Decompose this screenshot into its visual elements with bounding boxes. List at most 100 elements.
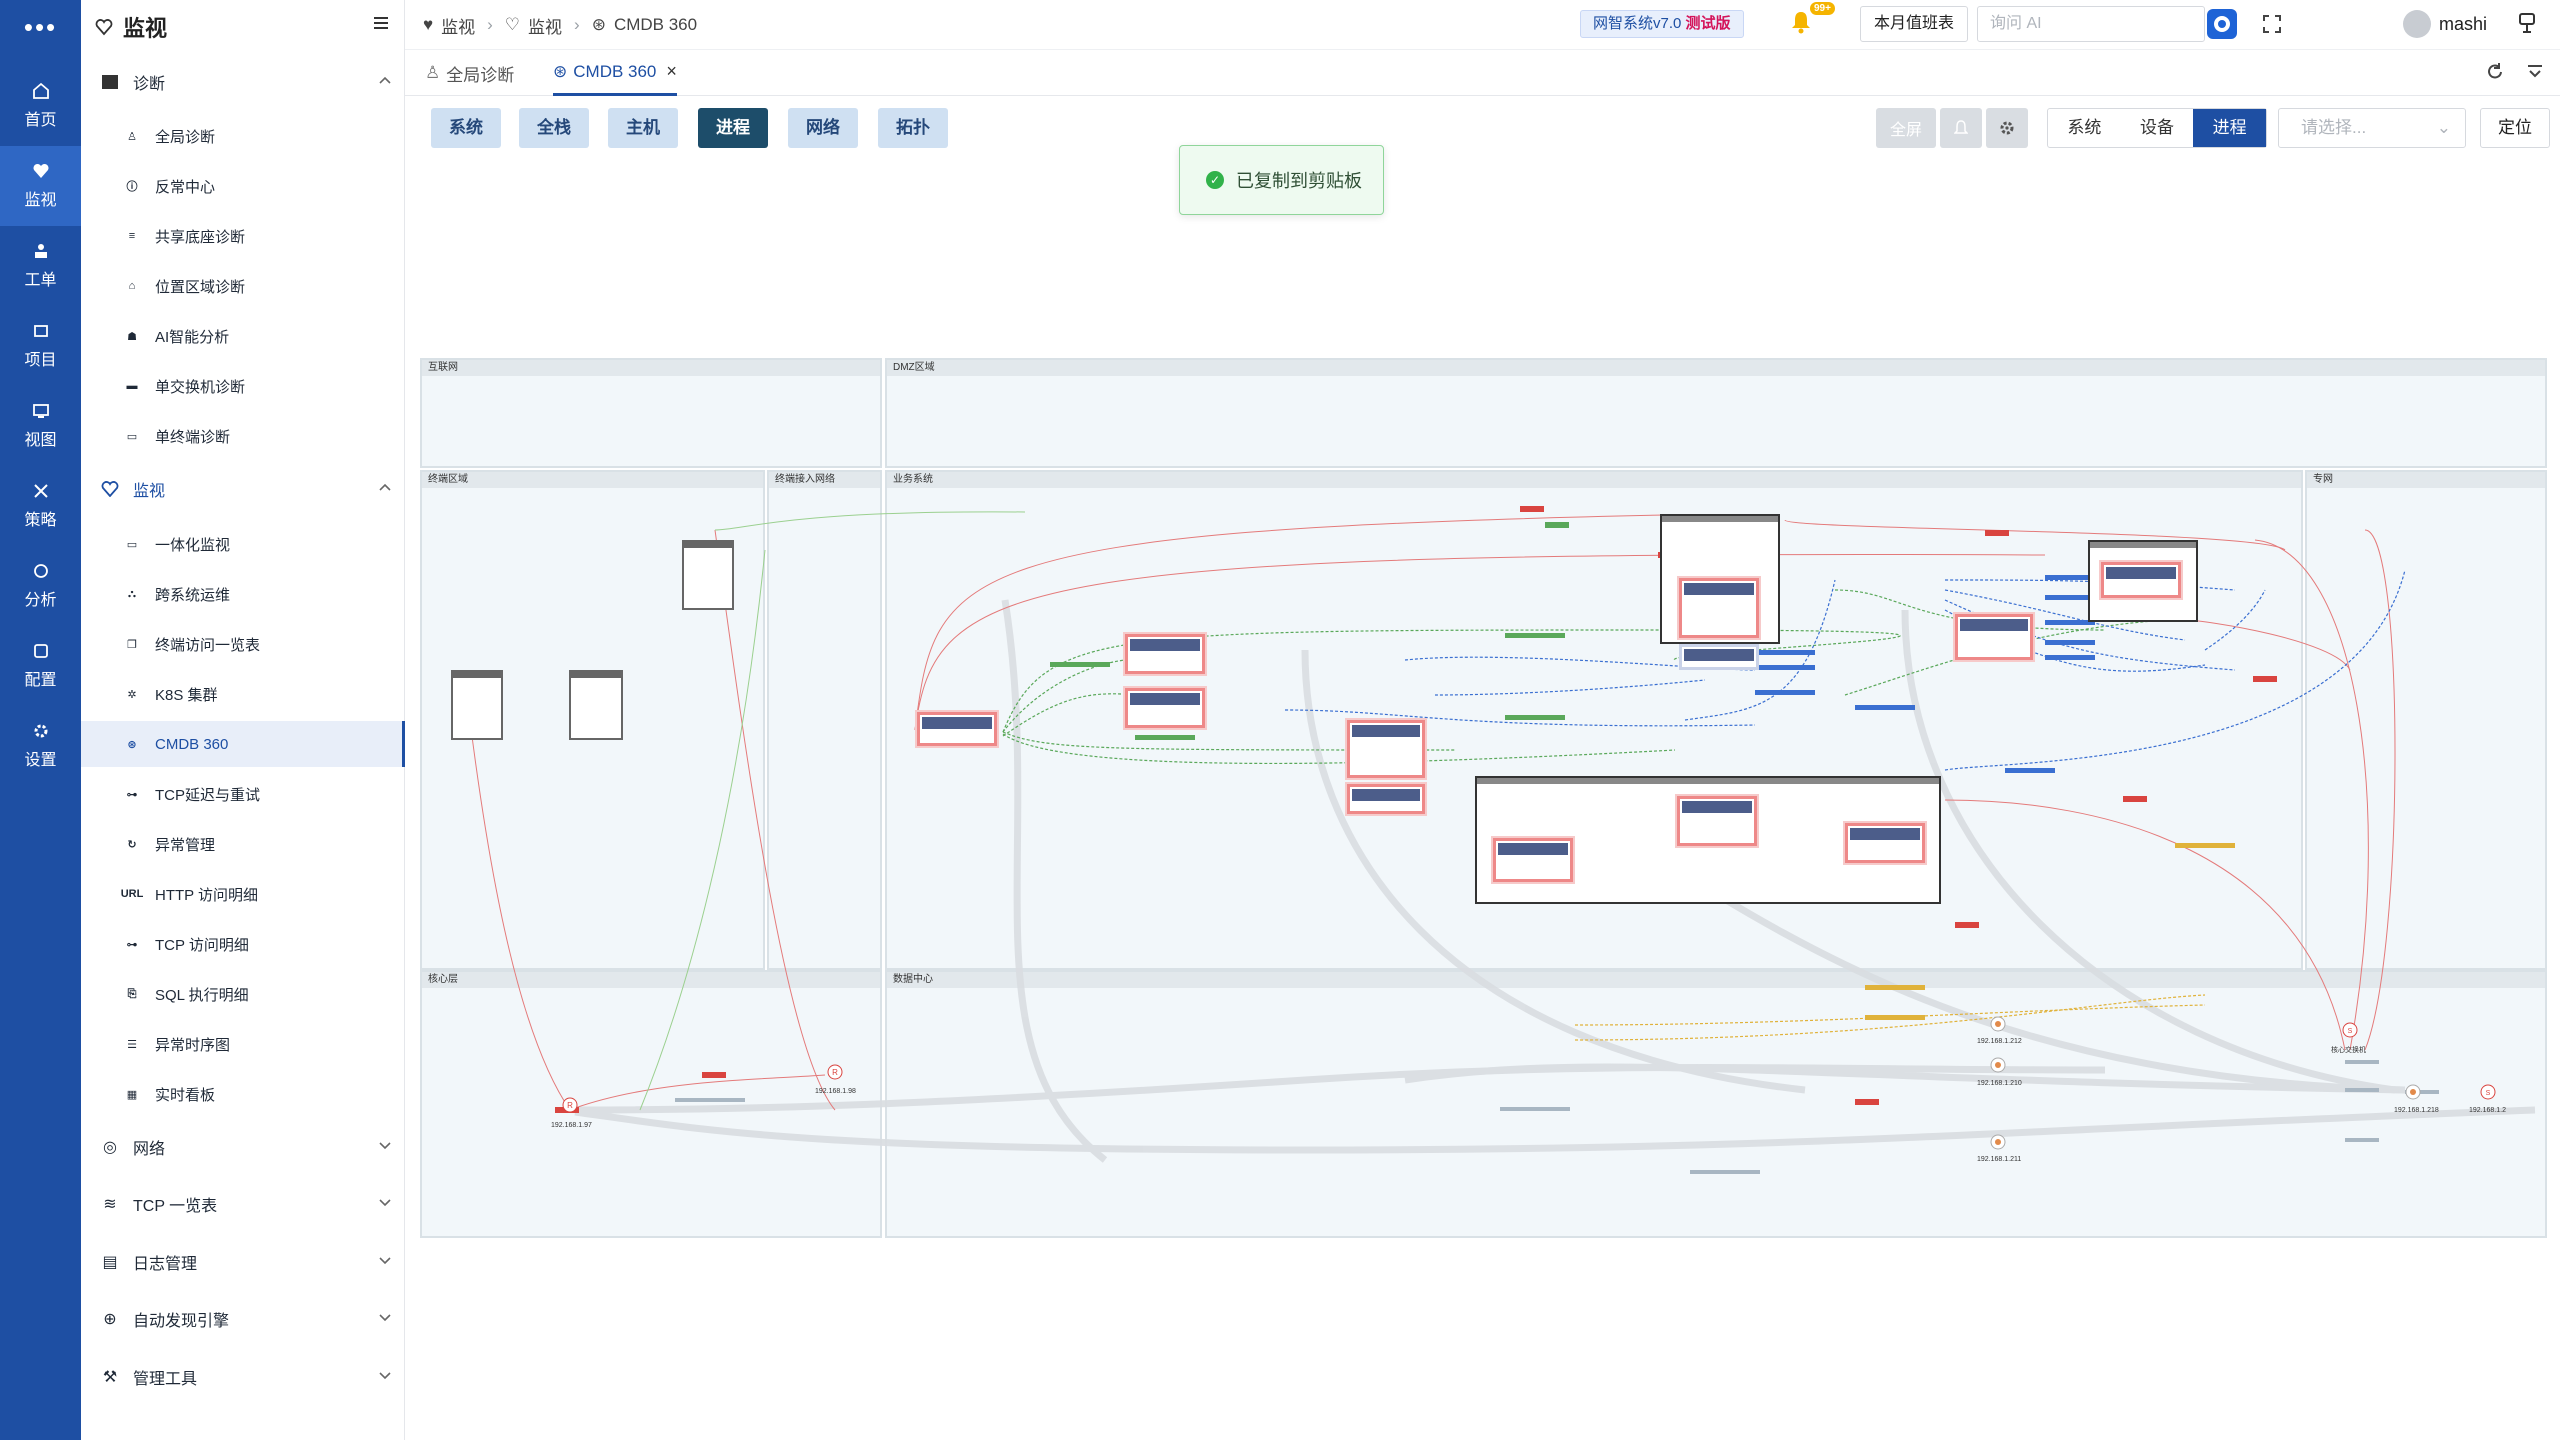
server-icon[interactable] [2398,1082,2428,1102]
tab-menu-icon[interactable] [2525,62,2545,87]
svg-text:S: S [2348,1028,2353,1035]
node-select[interactable]: 请选择... ⌄ [2278,108,2466,148]
view-topology-button[interactable]: 拓扑 [878,108,948,148]
rail-item-project[interactable]: 项目 [0,306,81,386]
ai-assistant-icon[interactable] [2207,9,2237,39]
process-node[interactable] [917,712,997,746]
ask-ai-input[interactable]: 询问 AI [1977,6,2205,42]
server-icon[interactable] [1983,1014,2013,1034]
breadcrumb-item[interactable]: 监视 [528,13,562,38]
fullscreen-icon[interactable] [2262,14,2282,39]
monitor-icon: ▭ [126,538,138,551]
view-fullstack-button[interactable]: 全栈 [519,108,589,148]
process-node[interactable] [1493,838,1573,882]
fullscreen-button[interactable]: 全屏 [1876,108,1936,148]
rail-item-view[interactable]: 视图 [0,386,81,466]
sidebar-item-http[interactable]: URL HTTP 访问明细 [81,871,405,917]
sidebar-item-sql[interactable]: ⎘ SQL 执行明细 [81,971,405,1017]
sidebar-item-dashboard[interactable]: ▦ 实时看板 [81,1071,405,1117]
network-icon: ◎ [103,1139,117,1156]
sidebar-item-anomaly-center[interactable]: ⓘ 反常中心 [81,163,405,209]
server-icon[interactable] [1983,1055,2013,1075]
process-node[interactable] [1347,720,1425,778]
tab-cmdb360[interactable]: ⊛ CMDB 360 × [553,50,677,96]
app-menu-icon[interactable]: ••• [0,12,81,42]
group-monitor[interactable]: 监视 [81,469,405,509]
sidebar-item-switch[interactable]: ▬ 单交换机诊断 [81,363,405,409]
view-network-button[interactable]: 网络 [788,108,858,148]
rail-item-config[interactable]: 配置 [0,626,81,706]
tab-global-diagnosis[interactable]: ♙ 全局诊断 [425,50,514,96]
settings-icon [34,724,47,738]
switch-icon[interactable]: S [2473,1082,2503,1102]
device-ip: 192.168.1.210 [1977,1080,2022,1087]
breadcrumb-item[interactable]: 监视 [441,13,475,38]
sidebar-item-timeline[interactable]: ☰ 异常时序图 [81,1021,405,1067]
close-icon[interactable]: × [666,61,677,82]
sidebar-item-location[interactable]: ⌂ 位置区域诊断 [81,263,405,309]
rail-item-home[interactable]: 首页 [0,66,81,146]
access-node[interactable] [682,540,734,610]
router-icon[interactable]: R [555,1095,585,1115]
group-tools[interactable]: ⚒ 管理工具 [81,1357,405,1397]
process-node[interactable] [1347,784,1425,814]
user-menu[interactable]: mashi [2403,10,2487,38]
chevron-down-icon [379,1372,391,1380]
terminal-node[interactable] [451,670,503,740]
switch-icon[interactable]: S [2335,1020,2365,1040]
segment-system[interactable]: 系统 [2048,109,2121,147]
process-node[interactable] [1955,614,2033,660]
rail-label: 视图 [24,432,57,449]
process-node[interactable] [1677,796,1757,846]
process-node[interactable] [1125,688,1205,728]
sidebar-item-tcp[interactable]: ⊶ TCP 访问明细 [81,921,405,967]
terminal-node[interactable] [569,670,623,740]
sidebar-item-terminal-access[interactable]: ❐ 终端访问一览表 [81,621,405,667]
sidebar-item-global-diagnosis[interactable]: ♙ 全局诊断 [81,113,405,159]
sidebar-item-shared-base[interactable]: ≡ 共享底座诊断 [81,213,405,259]
sidebar-item-ai[interactable]: ☗ AI智能分析 [81,313,405,359]
system-settings-icon[interactable] [2517,12,2537,41]
view-system-button[interactable]: 系统 [431,108,501,148]
process-node[interactable] [1679,578,1759,638]
server-icon[interactable] [1983,1132,2013,1152]
sidebar-collapse-icon[interactable] [372,14,390,37]
select-placeholder: 请选择... [2301,118,2367,137]
sidebar-item-terminal[interactable]: ▭ 单终端诊断 [81,413,405,459]
rail-item-settings[interactable]: 设置 [0,706,81,786]
locate-button[interactable]: 定位 [2480,108,2550,148]
group-label: 自动发现引擎 [133,1313,230,1330]
sidebar-item-tcp-latency[interactable]: ⊶ TCP延迟与重试 [81,771,405,817]
rail-item-monitor[interactable]: 监视 [0,146,81,226]
sidebar-item-unified[interactable]: ▭ 一体化监视 [81,521,405,567]
sidebar-item-k8s[interactable]: ✲ K8S 集群 [81,671,405,717]
group-label: 诊断 [133,76,166,93]
process-node[interactable] [1125,634,1205,674]
sidebar-item-cmdb360[interactable]: ⊛ CMDB 360 [81,721,405,767]
notification-button[interactable]: 99+ [1790,2,1835,40]
process-node[interactable] [1679,644,1759,670]
refresh-icon[interactable] [2485,62,2505,87]
group-tcp-overview[interactable]: ≋ TCP 一览表 [81,1184,405,1224]
duty-schedule-button[interactable]: 本月值班表 [1860,6,1968,42]
router-icon[interactable]: R [820,1062,850,1082]
sidebar-item-cross-system[interactable]: ⛬ 跨系统运维 [81,571,405,617]
group-diagnosis[interactable]: 诊断 [81,62,405,102]
topology-canvas[interactable]: 互联网 DMZ区域 终端区域 终端接入网络 业务系统 专网 核心层 数据中心 R… [405,150,2560,1440]
rail-item-ticket[interactable]: 工单 [0,226,81,306]
view-process-button[interactable]: 进程 [698,108,768,148]
rail-item-policy[interactable]: 策略 [0,466,81,546]
segment-process[interactable]: 进程 [2193,109,2267,147]
process-node[interactable] [1845,823,1925,863]
rail-item-analysis[interactable]: 分析 [0,546,81,626]
process-node[interactable] [2101,562,2181,598]
group-discovery[interactable]: ⊕ 自动发现引擎 [81,1299,405,1339]
view-host-button[interactable]: 主机 [608,108,678,148]
group-network[interactable]: ◎ 网络 [81,1127,405,1167]
flow-icon: ⊶ [126,788,138,801]
segment-device[interactable]: 设备 [2121,109,2194,147]
sidebar-item-exception[interactable]: ↻ 异常管理 [81,821,405,867]
gear-icon[interactable] [1986,108,2028,148]
group-log[interactable]: ▤ 日志管理 [81,1242,405,1282]
alarm-icon[interactable] [1940,108,1982,148]
